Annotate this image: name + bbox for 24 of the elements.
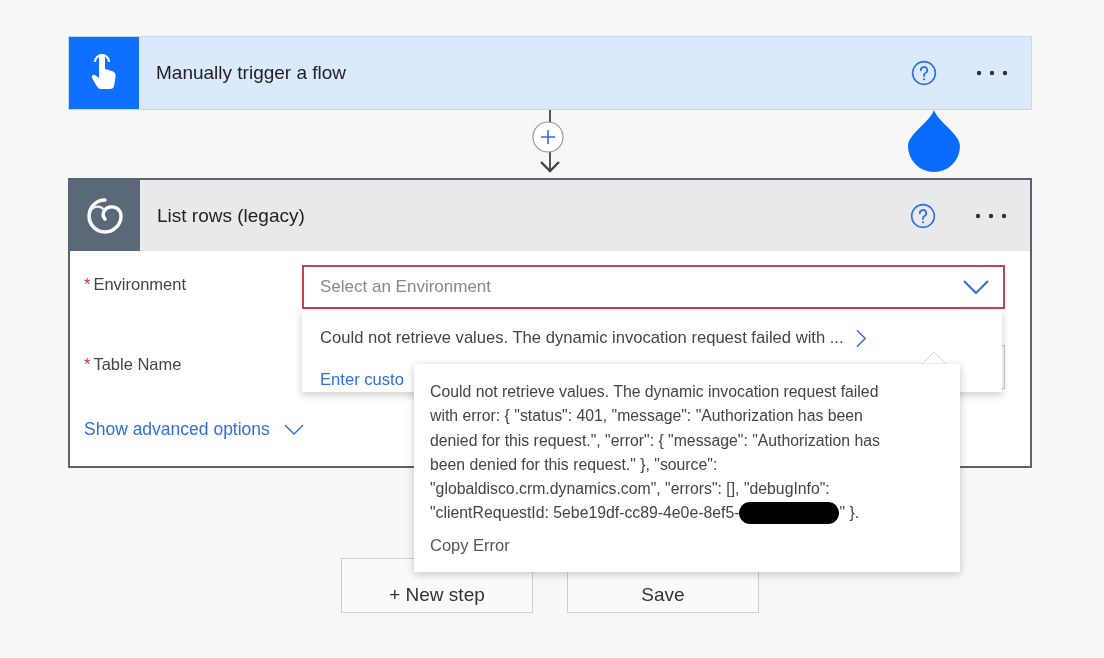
error-option[interactable]: Could not retrieve values. The dynamic invocation request failed with ... (320, 328, 844, 348)
drop-marker-icon (908, 110, 960, 172)
swirl-logo-icon (85, 195, 125, 236)
more-icon[interactable] (975, 69, 1009, 77)
trigger-card[interactable]: Manually trigger a flow (68, 36, 1032, 110)
dropdown-field[interactable]: Select an Environment (302, 265, 1005, 309)
chevron-down-icon[interactable] (963, 280, 989, 294)
card-title: List rows (legacy) (157, 204, 306, 227)
hand-pointer-icon (89, 54, 119, 92)
add-step-icon[interactable] (532, 121, 564, 153)
copy-error-link[interactable]: Copy Error (430, 535, 510, 555)
chevron-down-icon[interactable] (283, 424, 304, 435)
error-message: Could not retrieve values. The dynamic invocation request failed with error: { "status": 401, "message": "Authorization has been denied for this request.", "error": { "message": "Authorization has been denied for this request." }, "source": "globaldisco.crm.dynamics.com", "errors": [], "debugInfo": "clientRequestId: 5ebe19df-cc89-4e0e-8ef5- " }. (430, 380, 908, 526)
more-icon[interactable] (974, 211, 1008, 220)
custom-value-link[interactable]: Enter custo (320, 370, 404, 390)
show-advanced-link[interactable]: Show advanced options (84, 419, 270, 440)
required-mark: * (84, 275, 91, 293)
required-mark: * (84, 355, 91, 373)
field-label: Table Name (93, 355, 182, 373)
field-label: Environment (93, 275, 187, 293)
help-icon[interactable] (910, 202, 936, 229)
help-icon[interactable] (911, 60, 937, 86)
card-title: Manually trigger a flow (156, 62, 348, 84)
chevron-right-icon[interactable] (855, 328, 867, 348)
